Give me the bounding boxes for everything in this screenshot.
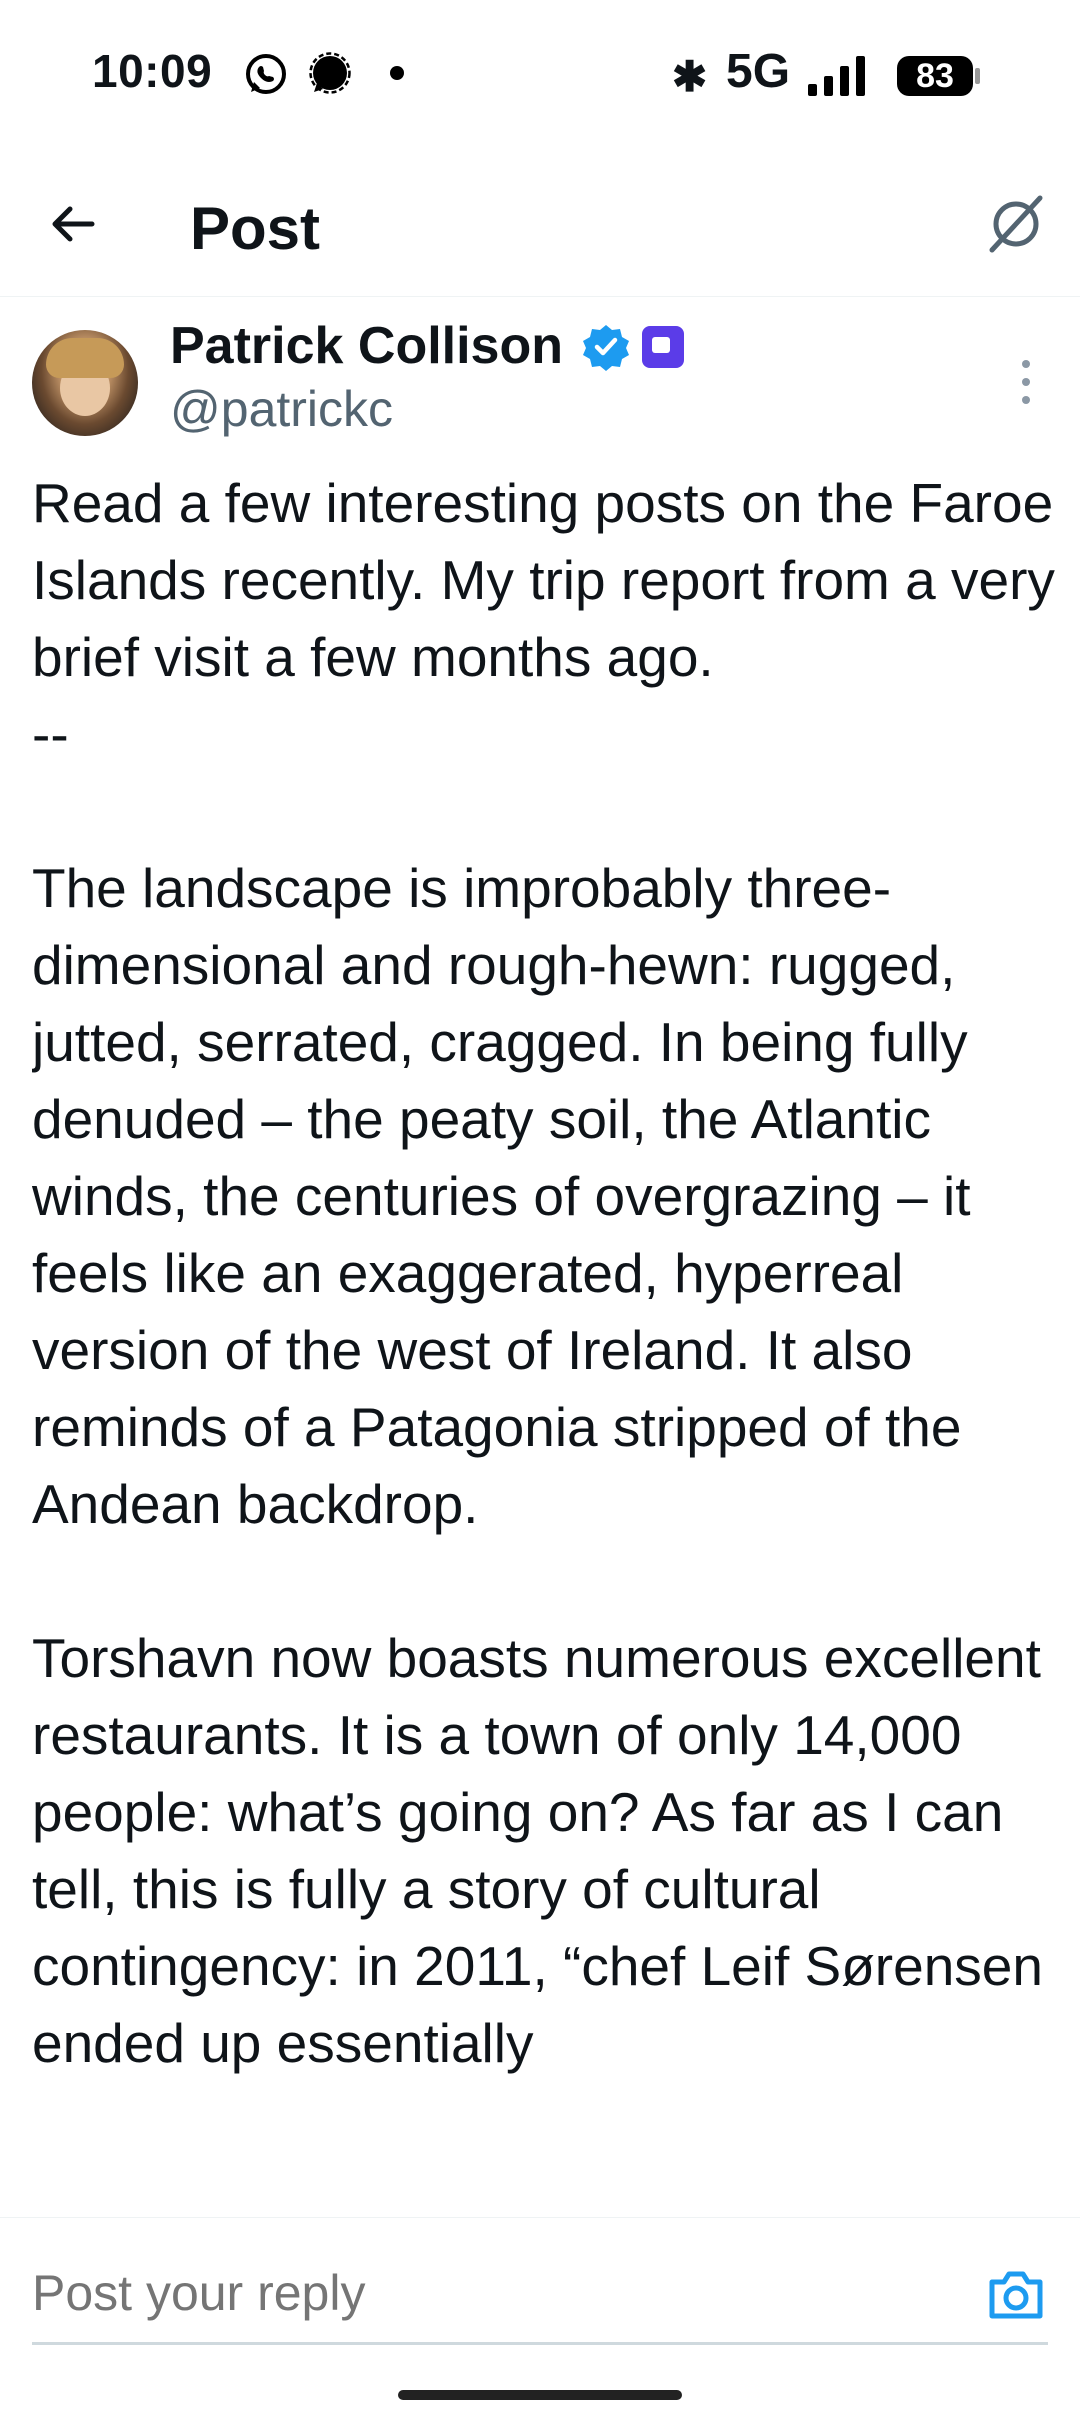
status-time: 10:09 — [92, 45, 213, 97]
avatar[interactable] — [32, 330, 138, 436]
bluetooth-icon: ✱ — [672, 53, 708, 100]
whatsapp-icon — [246, 54, 286, 94]
author-name[interactable]: Patrick Collison — [170, 316, 563, 376]
reply-divider — [32, 2342, 1048, 2345]
arrow-left-icon[interactable] — [44, 194, 104, 254]
post-text: Read a few interesting posts on the Faro… — [32, 472, 1055, 2074]
battery-icon: 83 — [896, 54, 982, 98]
reply-input[interactable] — [32, 2264, 932, 2322]
camera-icon[interactable] — [986, 2266, 1046, 2322]
notification-dot-icon — [390, 66, 404, 80]
avatar-hair — [46, 338, 124, 378]
grok-icon[interactable] — [984, 192, 1048, 256]
page-title: Post — [190, 195, 321, 262]
home-indicator[interactable] — [398, 2390, 682, 2400]
author-handle[interactable]: @patrickc — [170, 380, 393, 438]
cell-signal-icon — [808, 56, 865, 96]
status-bar: 10:09 ✱ 5G 83 — [0, 0, 1080, 150]
reply-bar — [0, 2217, 1080, 2428]
network-type: 5G — [726, 45, 791, 98]
battery-level: 83 — [916, 57, 954, 95]
signal-app-icon — [309, 52, 351, 94]
verified-badge-icon[interactable] — [582, 323, 630, 371]
nav-header: Post — [0, 150, 1080, 297]
affiliate-badge-icon[interactable] — [642, 326, 684, 368]
more-options-icon[interactable] — [1016, 354, 1036, 414]
